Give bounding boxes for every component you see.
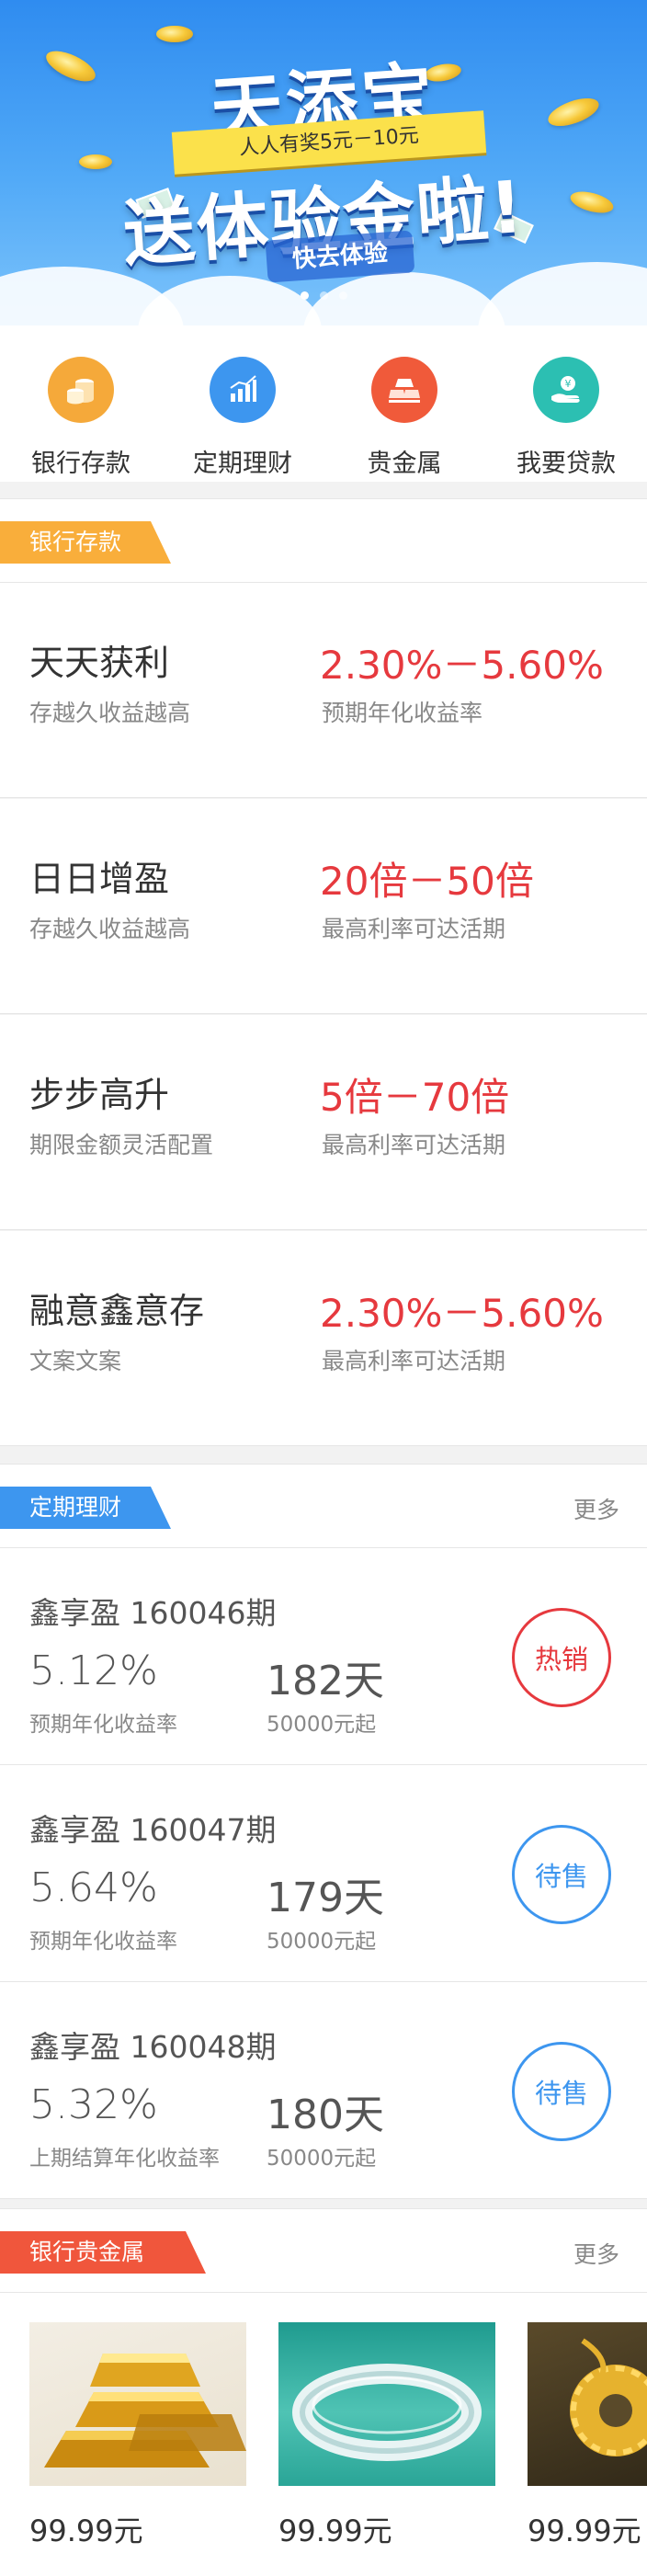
menu-label: 银行存款 (31, 450, 131, 478)
section-title: 银行贵金属 (29, 2239, 145, 2265)
status-badge[interactable]: 待售 (512, 1825, 611, 1924)
status-badge[interactable]: 热销 (512, 1608, 611, 1707)
coins-icon (48, 357, 114, 423)
coin-icon (156, 26, 193, 42)
product-price: 99.99元 (278, 2513, 392, 2548)
product-title: 鑫享盈 160047期 (29, 1812, 277, 1848)
more-link[interactable]: 更多 (573, 1492, 619, 1525)
product-desc: 文案文案 (29, 1348, 122, 1374)
product-title: 鑫享盈 160048期 (29, 2029, 277, 2065)
rate-note: 最高利率可达活期 (322, 1348, 506, 1374)
product-rate: 2.30%－5.60% (320, 643, 604, 688)
metal-product-card[interactable]: 99.99元 (29, 2322, 246, 2550)
gold-bar-icon (371, 357, 437, 423)
product-title: 鑫享盈 160046期 (29, 1595, 277, 1631)
menu-item-finance[interactable]: 定期理财 (162, 325, 324, 482)
cloud-decoration (138, 276, 322, 325)
menu-item-loan[interactable]: ¥ 我要贷款 (485, 325, 647, 482)
rate-note: 预期年化收益率 (29, 1930, 177, 1954)
hand-money-icon: ¥ (533, 357, 599, 423)
rate-note: 最高利率可达活期 (322, 916, 506, 942)
product-term: 179天 (267, 1875, 384, 1921)
rate-note: 最高利率可达活期 (322, 1132, 506, 1158)
status-badge[interactable]: 待售 (512, 2042, 611, 2141)
deposit-item[interactable]: 日日增盈 存越久收益越高 20倍－50倍 最高利率可达活期 (0, 799, 647, 1014)
product-rate: 5.12% (29, 1647, 158, 1694)
metal-product-card[interactable]: 99.99元 (278, 2322, 495, 2550)
carousel-dot[interactable] (338, 291, 347, 300)
menu-label: 定期理财 (193, 450, 292, 478)
quick-menu: 银行存款 定期理财 贵金属 ¥ 我要贷款 (0, 325, 647, 482)
min-amount: 50000元起 (267, 2147, 377, 2171)
rate-note: 上期结算年化收益率 (29, 2147, 220, 2171)
product-desc: 期限金额灵活配置 (29, 1132, 214, 1158)
finance-product[interactable]: 鑫享盈 160047期 5.64% 预期年化收益率 179天 50000元起 待… (0, 1765, 647, 1982)
gold-bars-image (29, 2322, 246, 2486)
carousel-dot[interactable] (300, 291, 309, 300)
metal-product-list[interactable]: 99.99元 99.99元 99.99元 (0, 2293, 647, 2576)
min-amount: 50000元起 (267, 1930, 377, 1954)
product-term: 182天 (267, 1658, 384, 1704)
gold-pendant-image (528, 2322, 647, 2486)
product-term: 180天 (267, 2092, 384, 2138)
section-tag: 定期理财 (0, 1487, 171, 1529)
product-name: 日日增盈 (29, 859, 170, 899)
product-name: 融意鑫意存 (29, 1291, 205, 1331)
rate-note: 预期年化收益率 (322, 700, 483, 726)
metal-product-card[interactable]: 99.99元 (528, 2322, 647, 2550)
product-desc: 存越久收益越高 (29, 700, 191, 726)
finance-product[interactable]: 鑫享盈 160048期 5.32% 上期结算年化收益率 180天 50000元起… (0, 1982, 647, 2199)
svg-text:¥: ¥ (565, 378, 572, 390)
product-rate: 5倍－70倍 (320, 1075, 510, 1120)
min-amount: 50000元起 (267, 1713, 377, 1737)
finance-section-header: 定期理财 更多 (0, 1464, 647, 1548)
deposit-section-header: 银行存款 (0, 498, 647, 583)
product-price: 99.99元 (528, 2513, 641, 2548)
menu-label: 我要贷款 (516, 450, 616, 478)
metal-section-header: 银行贵金属 更多 (0, 2208, 647, 2293)
section-title: 银行存款 (29, 529, 122, 555)
menu-label: 贵金属 (367, 450, 442, 478)
menu-item-deposit[interactable]: 银行存款 (0, 325, 162, 482)
product-rate: 5.32% (29, 2081, 158, 2128)
carousel-dot[interactable] (319, 291, 328, 300)
more-link[interactable]: 更多 (573, 2237, 619, 2270)
silver-bangle-image (278, 2322, 495, 2486)
deposit-item[interactable]: 步步高升 期限金额灵活配置 5倍－70倍 最高利率可达活期 (0, 1015, 647, 1230)
product-rate: 2.30%－5.60% (320, 1291, 604, 1336)
deposit-item[interactable]: 天天获利 存越久收益越高 2.30%－5.60% 预期年化收益率 (0, 583, 647, 798)
product-desc: 存越久收益越高 (29, 916, 191, 942)
bar-chart-icon (210, 357, 276, 423)
product-price: 99.99元 (29, 2513, 143, 2548)
menu-item-metal[interactable]: 贵金属 (324, 325, 485, 482)
carousel-indicator[interactable] (0, 291, 647, 300)
product-name: 步步高升 (29, 1075, 170, 1115)
section-tag: 银行贵金属 (0, 2231, 206, 2274)
product-rate: 20倍－50倍 (320, 859, 534, 904)
finance-product[interactable]: 鑫享盈 160046期 5.12% 预期年化收益率 182天 50000元起 热… (0, 1548, 647, 1765)
product-name: 天天获利 (29, 643, 170, 683)
promo-banner[interactable]: 天添宝 人人有奖5元－10元 送体验金啦! 快去体验 (0, 0, 647, 325)
section-title: 定期理财 (29, 1494, 122, 1521)
section-tag: 银行存款 (0, 521, 171, 564)
deposit-item[interactable]: 融意鑫意存 文案文案 2.30%－5.60% 最高利率可达活期 (0, 1231, 647, 1446)
product-rate: 5.64% (29, 1864, 158, 1911)
rate-note: 预期年化收益率 (29, 1713, 177, 1737)
